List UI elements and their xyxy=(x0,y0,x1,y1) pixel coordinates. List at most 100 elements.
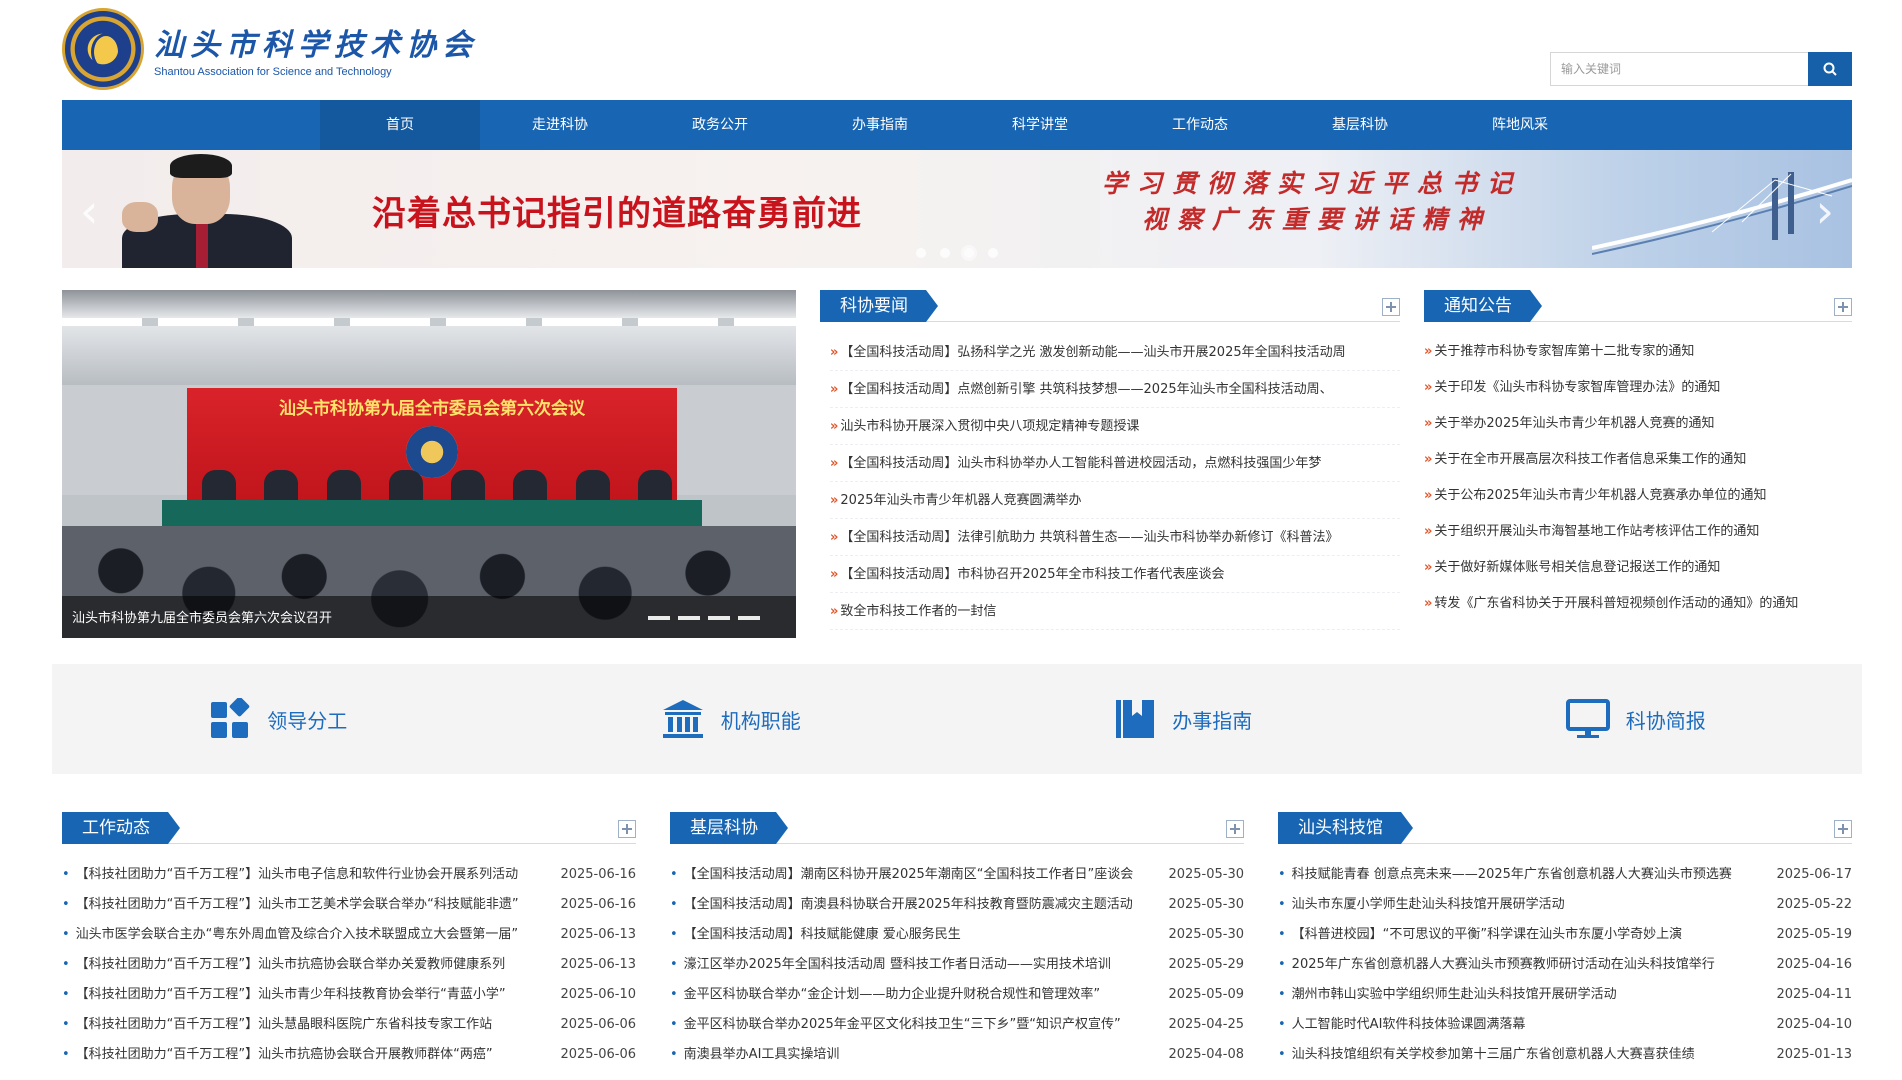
hero-banner[interactable]: 沿着总书记指引的道路奋勇前进 学习贯彻落实习近平总书记 视察广东重要讲话精神 ‹… xyxy=(62,150,1852,268)
news-item[interactable]: 致全市科技工作者的一封信 xyxy=(830,593,1400,630)
news-item[interactable]: 【全国科技活动周】法律引航助力 共筑科普生态——汕头市科协举办新修订《科普法》 xyxy=(830,519,1400,556)
photo-dot[interactable] xyxy=(648,616,670,620)
notice-item[interactable]: 关于公布2025年汕头市青少年机器人竞赛承办单位的通知 xyxy=(1424,478,1852,514)
search-button[interactable] xyxy=(1808,52,1852,86)
search-input[interactable] xyxy=(1550,52,1808,86)
site-logo[interactable]: 汕头市科学技术协会 Shantou Association for Scienc… xyxy=(62,8,478,90)
list-item[interactable]: 汕头市东厦小学师生赴汕头科技馆开展研学活动2025-05-22 xyxy=(1278,890,1852,920)
nav-item-government-affairs[interactable]: 政务公开 xyxy=(640,100,800,150)
list-item[interactable]: 人工智能时代AI软件科技体验课圆满落幕2025-04-10 xyxy=(1278,1010,1852,1040)
notice-title[interactable]: 通知公告 xyxy=(1424,290,1542,322)
quick-link-guide[interactable]: 办事指南 xyxy=(957,664,1410,774)
news-title[interactable]: 科协要闻 xyxy=(820,290,938,322)
list-item-title[interactable]: 【全国科技活动周】南澳县科协联合开展2025年科技教育暨防震减灾主题活动 xyxy=(670,890,1168,920)
list-item-title[interactable]: 【科技社团助力“百千万工程”】汕头市工艺美术学会联合举办“科技赋能非遗” xyxy=(62,890,560,920)
list-item-title[interactable]: 金平区科协联合举办“金企计划——助力企业提升财税合规性和管理效率” xyxy=(670,980,1168,1010)
nav-item-home[interactable]: 首页 xyxy=(320,100,480,150)
list-item[interactable]: 南澳县举办AI工具实操培训2025-04-08 xyxy=(670,1040,1244,1070)
list-item[interactable]: 【全国科技活动周】南澳县科协联合开展2025年科技教育暨防震减灾主题活动2025… xyxy=(670,890,1244,920)
list-item[interactable]: 【全国科技活动周】科技赋能健康 爱心服务民生2025-05-30 xyxy=(670,920,1244,950)
list-item[interactable]: 科技赋能青春 创意点亮未来——2025年广东省创意机器人大赛汕头市预选赛2025… xyxy=(1278,860,1852,890)
notice-item[interactable]: 关于做好新媒体账号相关信息登记报送工作的通知 xyxy=(1424,550,1852,586)
notice-item[interactable]: 关于印发《汕头市科协专家智库管理办法》的通知 xyxy=(1424,370,1852,406)
list-item[interactable]: 濠江区举办2025年全国科技活动周 暨科技工作者日活动——实用技术培训2025-… xyxy=(670,950,1244,980)
list-item-title[interactable]: 【科技社团助力“百千万工程”】汕头市电子信息和软件行业协会开展系列活动 xyxy=(62,860,560,890)
nav-item-science-lectures[interactable]: 科学讲堂 xyxy=(960,100,1120,150)
list-item-title[interactable]: 【全国科技活动周】科技赋能健康 爱心服务民生 xyxy=(670,920,1168,950)
photo-dot[interactable] xyxy=(708,616,730,620)
guide-book-icon xyxy=(1116,700,1155,738)
list-item[interactable]: 金平区科协联合举办2025年金平区文化科技卫生“三下乡”暨“知识产权宣传”202… xyxy=(670,1010,1244,1040)
list-item-title[interactable]: 汕头科技馆组织有关学校参加第十三届广东省创意机器人大赛喜获佳绩 xyxy=(1278,1040,1776,1070)
list-item[interactable]: 【科技社团助力“百千万工程”】汕头市电子信息和软件行业协会开展系列活动2025-… xyxy=(62,860,636,890)
banner-dot[interactable] xyxy=(988,248,998,258)
science-museum-more-icon[interactable] xyxy=(1834,820,1852,838)
list-item-title[interactable]: 【全国科技活动周】潮南区科协开展2025年潮南区“全国科技工作者日”座谈会 xyxy=(670,860,1168,890)
work-news-more-icon[interactable] xyxy=(618,820,636,838)
banner-dot[interactable] xyxy=(916,248,926,258)
news-item[interactable]: 汕头市科协开展深入贯彻中央八项规定精神专题授课 xyxy=(830,408,1400,445)
list-item-title[interactable]: 南澳县举办AI工具实操培训 xyxy=(670,1040,1168,1070)
nav-item-about[interactable]: 走进科协 xyxy=(480,100,640,150)
nav-item-showcase[interactable]: 阵地风采 xyxy=(1440,100,1600,150)
notice-more-icon[interactable] xyxy=(1834,298,1852,316)
work-news-title[interactable]: 工作动态 xyxy=(62,812,180,844)
news-item[interactable]: 【全国科技活动周】点燃创新引擎 共筑科技梦想——2025年汕头市全国科技活动周、 xyxy=(830,371,1400,408)
photo-dot[interactable] xyxy=(678,616,700,620)
list-item[interactable]: 【科普进校园】“不可思议的平衡”科学课在汕头市东厦小学奇妙上演2025-05-1… xyxy=(1278,920,1852,950)
nav-item-service-guide[interactable]: 办事指南 xyxy=(800,100,960,150)
list-item-title[interactable]: 人工智能时代AI软件科技体验课圆满落幕 xyxy=(1278,1010,1776,1040)
list-item[interactable]: 【科技社团助力“百千万工程”】汕头市青少年科技教育协会举行“青蓝小学”2025-… xyxy=(62,980,636,1010)
banner-next-icon[interactable]: › xyxy=(1816,184,1834,238)
list-item-title[interactable]: 【科技社团助力“百千万工程”】汕头市抗癌协会联合举办关爱教师健康系列 xyxy=(62,950,560,980)
photo-slider[interactable]: 汕头市科协第九届全市委员会第六次会议 汕头市科协第九届全市委员会第六次会议召开 xyxy=(62,290,796,638)
grassroots-title[interactable]: 基层科协 xyxy=(670,812,788,844)
news-item[interactable]: 2025年汕头市青少年机器人竞赛圆满举办 xyxy=(830,482,1400,519)
photo-caption[interactable]: 汕头市科协第九届全市委员会第六次会议召开 xyxy=(72,607,332,626)
banner-dot-active[interactable] xyxy=(964,248,974,258)
science-museum-title[interactable]: 汕头科技馆 xyxy=(1278,812,1413,844)
nav-item-work-news[interactable]: 工作动态 xyxy=(1120,100,1280,150)
list-item[interactable]: 2025年广东省创意机器人大赛汕头市预赛教师研讨活动在汕头科技馆举行2025-0… xyxy=(1278,950,1852,980)
list-item[interactable]: 【科技社团助力“百千万工程”】汕头慧晶眼科医院广东省科技专家工作站2025-06… xyxy=(62,1010,636,1040)
list-item[interactable]: 【全国科技活动周】潮南区科协开展2025年潮南区“全国科技工作者日”座谈会202… xyxy=(670,860,1244,890)
nav-item-grassroots[interactable]: 基层科协 xyxy=(1280,100,1440,150)
list-item[interactable]: 汕头市医学会联合主办“粤东外周血管及综合介入技术联盟成立大会暨第一届”2025-… xyxy=(62,920,636,950)
notice-item[interactable]: 关于推荐市科协专家智库第十二批专家的通知 xyxy=(1424,334,1852,370)
list-item-title[interactable]: 汕头市东厦小学师生赴汕头科技馆开展研学活动 xyxy=(1278,890,1776,920)
list-item-date: 2025-05-22 xyxy=(1776,897,1852,912)
list-item[interactable]: 潮州市韩山实验中学组织师生赴汕头科技馆开展研学活动2025-04-11 xyxy=(1278,980,1852,1010)
quick-link-leadership[interactable]: 领导分工 xyxy=(52,664,505,774)
notice-item[interactable]: 转发《广东省科协关于开展科普短视频创作活动的通知》的通知 xyxy=(1424,586,1852,622)
list-item-title[interactable]: 汕头市医学会联合主办“粤东外周血管及综合介入技术联盟成立大会暨第一届” xyxy=(62,920,560,950)
list-item-title[interactable]: 2025年广东省创意机器人大赛汕头市预赛教师研讨活动在汕头科技馆举行 xyxy=(1278,950,1776,980)
list-item-title[interactable]: 濠江区举办2025年全国科技活动周 暨科技工作者日活动——实用技术培训 xyxy=(670,950,1168,980)
list-item-title[interactable]: 科技赋能青春 创意点亮未来——2025年广东省创意机器人大赛汕头市预选赛 xyxy=(1278,860,1776,890)
list-item-title[interactable]: 金平区科协联合举办2025年金平区文化科技卫生“三下乡”暨“知识产权宣传” xyxy=(670,1010,1168,1040)
list-item-title[interactable]: 【科技社团助力“百千万工程”】汕头市抗癌协会联合开展教师群体“两癌” xyxy=(62,1040,560,1070)
news-item[interactable]: 【全国科技活动周】弘扬科学之光 激发创新动能——汕头市开展2025年全国科技活动… xyxy=(830,334,1400,371)
list-item[interactable]: 汕头科技馆组织有关学校参加第十三届广东省创意机器人大赛喜获佳绩2025-01-1… xyxy=(1278,1040,1852,1070)
photo-dot[interactable] xyxy=(738,616,760,620)
list-item[interactable]: 【科技社团助力“百千万工程”】汕头市工艺美术学会联合举办“科技赋能非遗”2025… xyxy=(62,890,636,920)
quick-link-institution[interactable]: 机构职能 xyxy=(505,664,958,774)
news-item[interactable]: 【全国科技活动周】市科协召开2025年全市科技工作者代表座谈会 xyxy=(830,556,1400,593)
quick-link-bulletin[interactable]: 科协简报 xyxy=(1410,664,1863,774)
list-item-title[interactable]: 【科普进校园】“不可思议的平衡”科学课在汕头市东厦小学奇妙上演 xyxy=(1278,920,1776,950)
news-more-icon[interactable] xyxy=(1382,298,1400,316)
list-item[interactable]: 【科技社团助力“百千万工程”】汕头市抗癌协会联合举办关爱教师健康系列2025-0… xyxy=(62,950,636,980)
notice-item[interactable]: 关于组织开展汕头市海智基地工作站考核评估工作的通知 xyxy=(1424,514,1852,550)
list-item-title[interactable]: 【科技社团助力“百千万工程”】汕头市青少年科技教育协会举行“青蓝小学” xyxy=(62,980,560,1010)
banner-prev-icon[interactable]: ‹ xyxy=(80,184,98,238)
list-item-title[interactable]: 【科技社团助力“百千万工程”】汕头慧晶眼科医院广东省科技专家工作站 xyxy=(62,1010,560,1040)
news-item[interactable]: 【全国科技活动周】汕头市科协举办人工智能科普进校园活动，点燃科技强国少年梦 xyxy=(830,445,1400,482)
logo-chinese-name: 汕头市科学技术协会 xyxy=(154,28,478,63)
grassroots-more-icon[interactable] xyxy=(1226,820,1244,838)
list-item[interactable]: 【科技社团助力“百千万工程”】汕头市抗癌协会联合开展教师群体“两癌”2025-0… xyxy=(62,1040,636,1070)
list-item[interactable]: 金平区科协联合举办“金企计划——助力企业提升财税合规性和管理效率”2025-05… xyxy=(670,980,1244,1010)
notice-item[interactable]: 关于举办2025年汕头市青少年机器人竞赛的通知 xyxy=(1424,406,1852,442)
list-item-title[interactable]: 潮州市韩山实验中学组织师生赴汕头科技馆开展研学活动 xyxy=(1278,980,1776,1010)
quick-links: 领导分工 机构职能 办事指南 科协简报 xyxy=(52,664,1862,774)
notice-item[interactable]: 关于在全市开展高层次科技工作者信息采集工作的通知 xyxy=(1424,442,1852,478)
banner-dot[interactable] xyxy=(940,248,950,258)
